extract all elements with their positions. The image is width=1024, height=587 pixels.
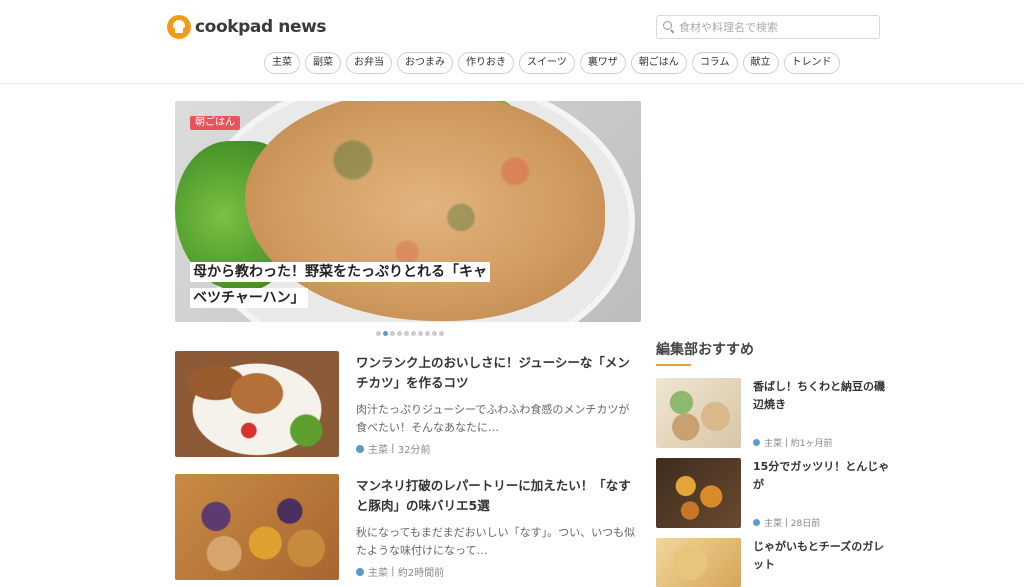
- category-main-dish[interactable]: 主菜: [264, 52, 300, 74]
- category-side-dish[interactable]: 副菜: [305, 52, 341, 74]
- sidebar-heading: 編集部おすすめ: [656, 342, 754, 358]
- search-icon: [663, 21, 675, 33]
- article-card[interactable]: マンネリ打破のレパートリーに加えたい！「なすと豚肉」の味バリエ5選 秋になっても…: [175, 474, 641, 580]
- hero-slide[interactable]: 朝ごはん 母から教わった！野菜をたっぷりとれる「キャベツチャーハン」: [175, 101, 641, 322]
- recommended-category: 主菜: [764, 439, 783, 449]
- site-logo[interactable]: cookpad news: [167, 13, 327, 41]
- article-card[interactable]: ワンランク上のおいしさに！ジューシーな「メンチカツ」を作るコツ 肉汁たっぷりジュ…: [175, 351, 641, 457]
- article-description: 肉汁たっぷりジューシーでふわふわ食感のメンチカツが食べたい！そんなあなたに…: [356, 403, 630, 434]
- category-bento[interactable]: お弁当: [346, 52, 392, 74]
- recommended-thumbnail[interactable]: [656, 458, 741, 528]
- recommended-item[interactable]: 15分でガッツリ！とんじゃが 主菜 | 28日前: [656, 458, 889, 529]
- category-meal-prep[interactable]: 作りおき: [458, 52, 514, 74]
- meta-separator: |: [388, 566, 398, 577]
- article-description: 秋になってもまだまだおいしい「なす」。つい、いつも似たような味付けになって…: [356, 526, 636, 557]
- article-time: 約2時間前: [397, 568, 445, 579]
- meta-separator: |: [782, 517, 791, 528]
- category-tips[interactable]: 裏ワザ: [579, 52, 626, 74]
- recommended-thumbnail[interactable]: [656, 538, 741, 587]
- category-dot-icon: [356, 567, 364, 576]
- hero-title-text: 母から教わった！野菜をたっぷりとれる「キャベツチャーハン」: [190, 262, 490, 308]
- category-trend[interactable]: トレンド: [783, 52, 840, 74]
- recommended-title[interactable]: 15分でガッツリ！とんじゃが: [753, 458, 893, 494]
- category-dot-icon: [753, 439, 760, 446]
- article-thumbnail[interactable]: [175, 474, 339, 580]
- search-box[interactable]: [656, 15, 880, 39]
- recommended-time: 28日前: [790, 519, 821, 529]
- category-column[interactable]: コラム: [691, 52, 738, 74]
- carousel-dot-active[interactable]: [383, 331, 388, 336]
- site-header: cookpad news 主菜 副菜 お弁当 おつまみ 作りおき スイーツ 裏ワ…: [0, 0, 1024, 84]
- recommended-time: 約1ヶ月前: [790, 439, 833, 449]
- meta-separator: |: [782, 437, 791, 448]
- search-input[interactable]: [679, 20, 869, 34]
- heading-underline: [656, 364, 691, 366]
- chef-hat-icon: [167, 15, 191, 39]
- carousel-dot[interactable]: [390, 331, 395, 336]
- recommended-title[interactable]: 香ばし！ちくわと納豆の磯辺焼き: [753, 378, 893, 414]
- category-sweets[interactable]: スイーツ: [519, 52, 575, 74]
- article-meta: 主菜 | 約2時間前: [356, 564, 444, 579]
- recommended-meta: 主菜 | 28日前: [753, 516, 820, 529]
- category-dot-icon: [356, 444, 364, 453]
- recommended-category: 主菜: [764, 519, 783, 529]
- recommended-item[interactable]: じゃがいもとチーズのガレット: [656, 538, 886, 587]
- carousel-dot[interactable]: [439, 331, 444, 336]
- logo-text: cookpad news: [195, 17, 327, 37]
- article-category: 主菜: [368, 568, 388, 579]
- recommended-item[interactable]: 香ばし！ちくわと納豆の磯辺焼き 主菜 | 約1ヶ月前: [656, 378, 886, 449]
- carousel-dot[interactable]: [432, 331, 437, 336]
- carousel-dots: [376, 331, 444, 336]
- meta-separator: |: [388, 443, 398, 454]
- carousel-dot[interactable]: [404, 331, 409, 336]
- article-category: 主菜: [368, 445, 388, 456]
- carousel-dot[interactable]: [411, 331, 416, 336]
- article-thumbnail[interactable]: [175, 351, 339, 457]
- carousel-dot[interactable]: [397, 331, 402, 336]
- category-snacks[interactable]: おつまみ: [397, 52, 453, 74]
- carousel-dot[interactable]: [418, 331, 423, 336]
- category-menu[interactable]: 献立: [742, 52, 779, 74]
- recommended-thumbnail[interactable]: [656, 378, 741, 448]
- carousel-dot[interactable]: [376, 331, 381, 336]
- hero-category-badge: 朝ごはん: [190, 116, 240, 130]
- category-dot-icon: [753, 519, 760, 526]
- category-breakfast[interactable]: 朝ごはん: [630, 52, 687, 74]
- hero-title[interactable]: 母から教わった！野菜をたっぷりとれる「キャベツチャーハン」: [190, 259, 490, 311]
- article-title[interactable]: ワンランク上のおいしさに！ジューシーな「メンチカツ」を作るコツ: [356, 353, 636, 393]
- article-title[interactable]: マンネリ打破のレパートリーに加えたい！「なすと豚肉」の味バリエ5選: [356, 476, 636, 516]
- category-nav: 主菜 副菜 お弁当 おつまみ 作りおき スイーツ 裏ワザ 朝ごはん コラム 献立…: [264, 52, 840, 74]
- carousel-dot[interactable]: [425, 331, 430, 336]
- recommended-title[interactable]: じゃがいもとチーズのガレット: [753, 538, 893, 574]
- article-meta: 主菜 | 32分前: [356, 441, 430, 456]
- article-time: 32分前: [397, 445, 431, 456]
- recommended-meta: 主菜 | 約1ヶ月前: [753, 436, 833, 449]
